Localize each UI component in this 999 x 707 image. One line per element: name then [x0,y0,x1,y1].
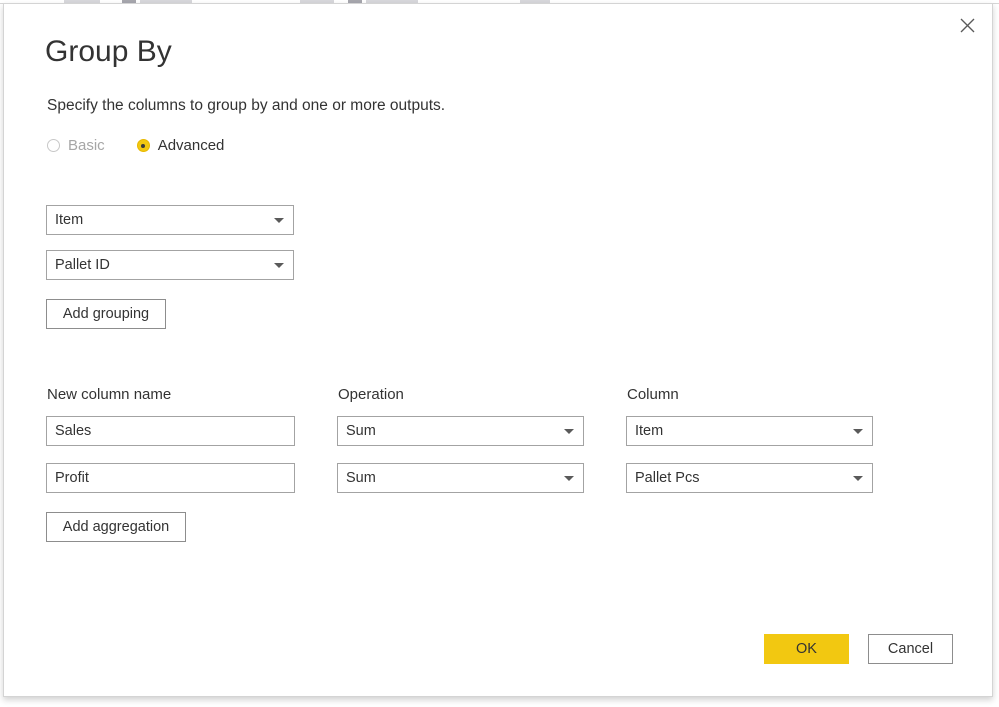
chevron-down-icon [564,429,574,434]
radio-mark-basic [47,139,60,152]
aggregation-name-input-1[interactable]: Sales [46,416,295,446]
aggregation-operation-dropdown-1[interactable]: Sum [337,416,584,446]
group-by-dropdown-2-value: Pallet ID [55,257,110,273]
add-grouping-button[interactable]: Add grouping [46,299,166,329]
aggregation-operation-value-1: Sum [346,423,376,439]
mode-radio-group: Basic Advanced [47,137,224,154]
chevron-down-icon [853,476,863,481]
group-by-dialog: Group By Specify the columns to group by… [3,3,993,697]
column-header-column: Column [627,386,679,403]
close-icon[interactable] [950,10,984,40]
chevron-down-icon [274,263,284,268]
group-by-dropdown-1[interactable]: Item [46,205,294,235]
radio-option-advanced[interactable]: Advanced [136,137,225,154]
radio-option-basic[interactable]: Basic [47,137,105,154]
ok-button[interactable]: OK [764,634,849,664]
aggregation-operation-value-2: Sum [346,470,376,486]
chevron-down-icon [564,476,574,481]
aggregation-operation-dropdown-2[interactable]: Sum [337,463,584,493]
radio-label-basic: Basic [68,137,105,154]
page-title: Group By [45,35,172,68]
aggregation-column-value-2: Pallet Pcs [635,470,700,486]
column-header-operation: Operation [338,386,404,403]
chevron-down-icon [853,429,863,434]
aggregation-column-value-1: Item [635,423,664,439]
cancel-button[interactable]: Cancel [868,634,953,664]
dialog-subtitle: Specify the columns to group by and one … [47,97,446,114]
add-aggregation-button[interactable]: Add aggregation [46,512,186,542]
group-by-dropdown-1-value: Item [55,212,84,228]
column-header-new-column-name: New column name [47,386,172,403]
radio-mark-advanced [136,139,150,152]
chevron-down-icon [274,218,284,223]
aggregation-name-input-2[interactable]: Profit [46,463,295,493]
aggregation-column-dropdown-1[interactable]: Item [626,416,873,446]
aggregation-column-dropdown-2[interactable]: Pallet Pcs [626,463,873,493]
group-by-dropdown-2[interactable]: Pallet ID [46,250,294,280]
radio-label-advanced: Advanced [157,137,225,154]
